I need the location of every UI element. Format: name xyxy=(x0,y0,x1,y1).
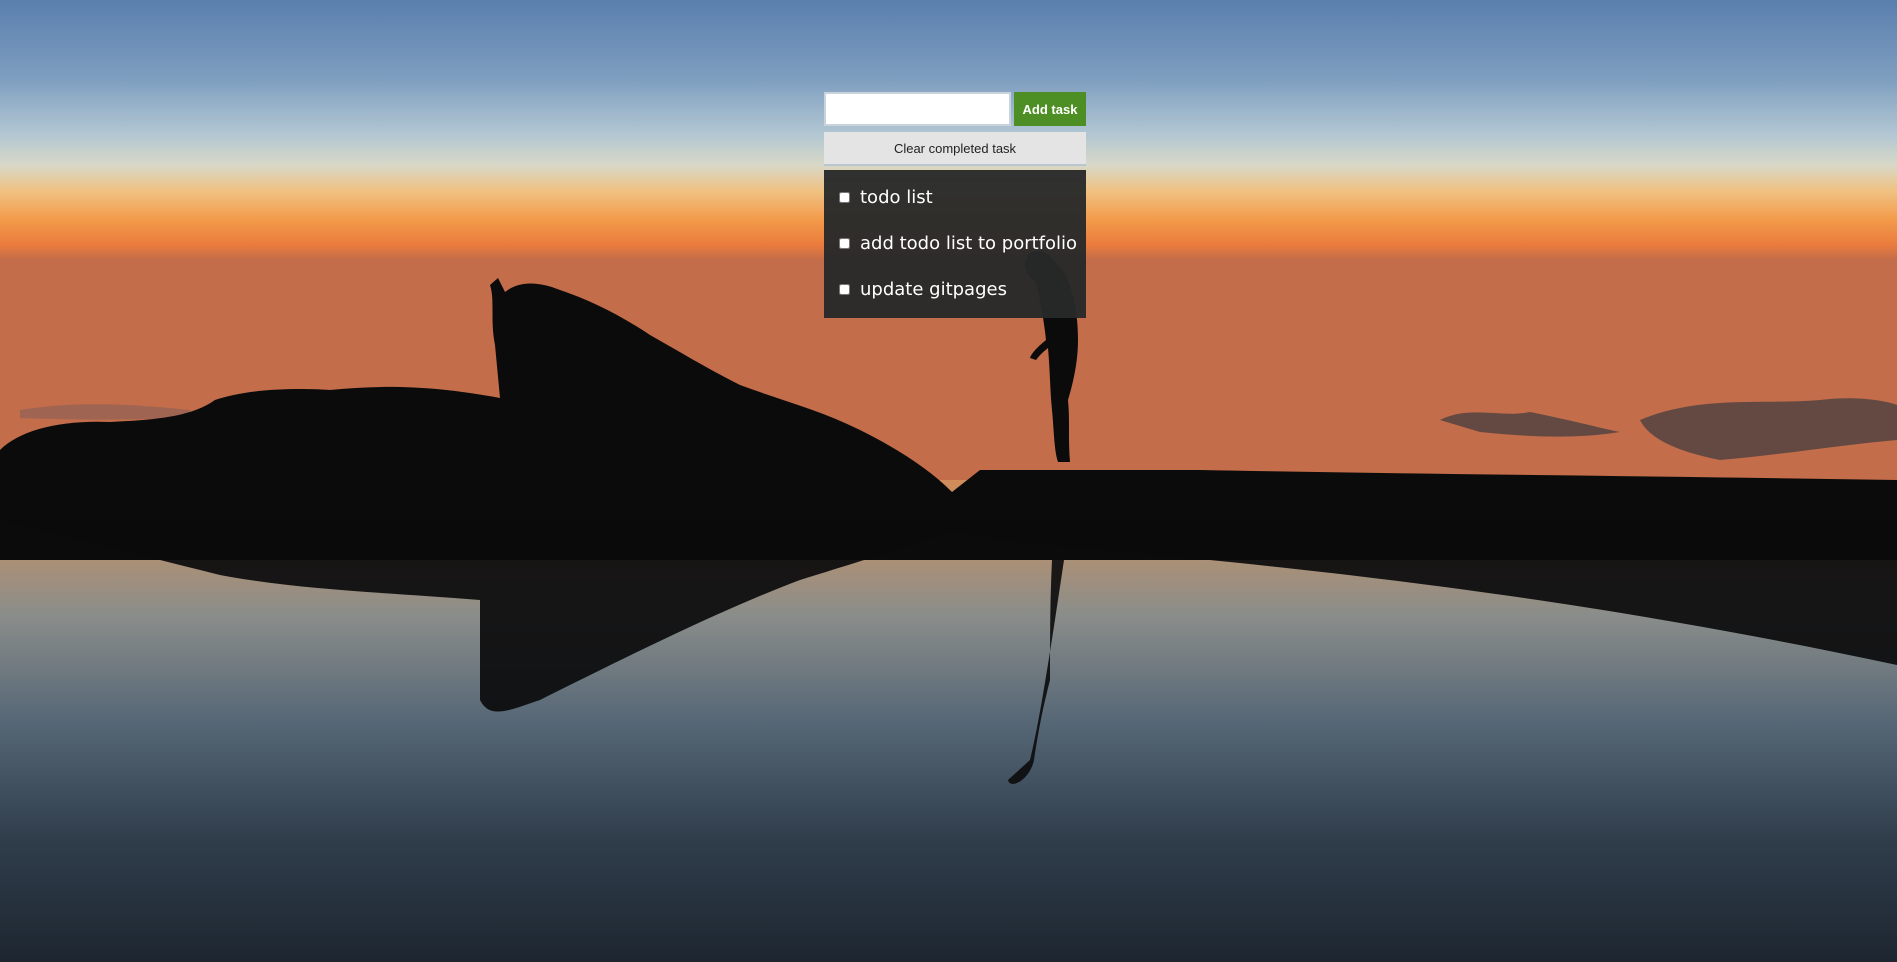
task-label: todo list xyxy=(860,186,933,208)
task-item: add todo list to portfolio xyxy=(824,220,1086,266)
todo-app: Add task Clear completed task todo list … xyxy=(824,92,1086,318)
task-label: add todo list to portfolio xyxy=(860,232,1078,254)
task-checkbox[interactable] xyxy=(839,237,850,249)
add-task-row: Add task xyxy=(824,92,1086,126)
new-task-input[interactable] xyxy=(824,92,1011,126)
task-checkbox[interactable] xyxy=(839,191,850,203)
task-item: todo list xyxy=(824,174,1086,220)
task-label: update gitpages xyxy=(860,278,1007,300)
task-list: todo list add todo list to portfolio upd… xyxy=(824,170,1086,318)
add-task-button[interactable]: Add task xyxy=(1014,92,1086,126)
task-item: update gitpages xyxy=(824,266,1086,312)
clear-completed-button[interactable]: Clear completed task xyxy=(824,132,1086,166)
task-checkbox[interactable] xyxy=(839,283,850,295)
